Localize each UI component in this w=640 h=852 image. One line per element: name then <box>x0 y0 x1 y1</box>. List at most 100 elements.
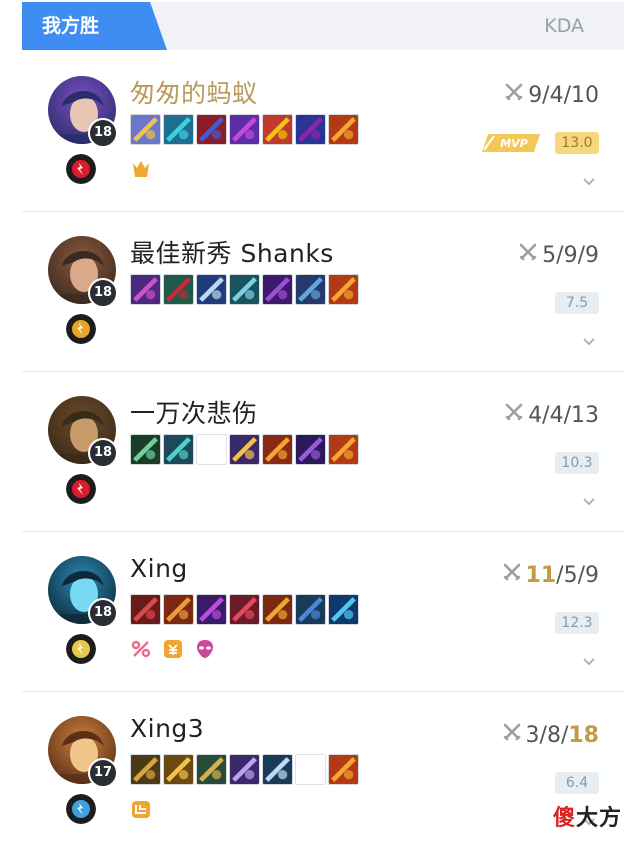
chevron-down-icon[interactable] <box>582 332 596 346</box>
item-slot[interactable] <box>163 754 194 785</box>
item-slot[interactable] <box>130 754 161 785</box>
item-slot[interactable] <box>262 434 293 465</box>
performance-score: 7.5 <box>555 292 599 314</box>
performance-score: 10.3 <box>555 452 599 474</box>
player-row[interactable]: 18 一万次悲伤 4/4/13 10.3 <box>22 372 624 532</box>
kda-text: 3/8/18 <box>526 723 599 748</box>
watermark-text: 大方 <box>575 806 622 831</box>
player-name[interactable]: 一万次悲伤 <box>130 394 258 430</box>
item-slot[interactable] <box>295 434 326 465</box>
item-slot[interactable] <box>229 594 260 625</box>
summoner-spell-icon <box>66 794 96 824</box>
player-name[interactable]: Xing3 <box>130 714 204 743</box>
flag-icon <box>130 798 152 820</box>
item-slot[interactable] <box>130 274 161 305</box>
item-list <box>130 754 359 786</box>
performance-score: 6.4 <box>555 772 599 794</box>
kda-highlight: 18 <box>568 722 599 748</box>
kda-text: 11/5/9 <box>526 563 599 588</box>
item-slot[interactable] <box>262 594 293 625</box>
swords-icon <box>502 562 522 588</box>
item-list <box>130 274 359 306</box>
item-slot-empty[interactable] <box>295 754 326 785</box>
item-slot[interactable] <box>328 754 359 785</box>
kda-value: 4/4/13 <box>504 402 599 428</box>
item-slot[interactable] <box>163 434 194 465</box>
item-slot[interactable] <box>196 274 227 305</box>
swords-icon <box>518 242 538 268</box>
item-list <box>130 434 359 466</box>
player-name[interactable]: 匆匆的蚂蚁 <box>130 74 258 110</box>
item-slot[interactable] <box>328 114 359 145</box>
item-slot[interactable] <box>262 274 293 305</box>
level-badge: 18 <box>88 118 118 148</box>
item-slot[interactable] <box>229 754 260 785</box>
kda-value: 5/9/9 <box>518 242 599 268</box>
kda-value: 11/5/9 <box>502 562 599 588</box>
scissors-icon <box>130 638 152 660</box>
item-slot[interactable] <box>130 434 161 465</box>
kda-text: 4/4/13 <box>528 403 599 428</box>
watermark: 傻大方 <box>553 800 622 832</box>
kda-column-label: KDA <box>544 15 584 37</box>
mvp-badge-icon: MVP <box>480 132 542 154</box>
item-list <box>130 114 359 146</box>
tab-our-team-win[interactable]: 我方胜 <box>22 2 167 50</box>
item-slot[interactable] <box>196 754 227 785</box>
chevron-down-icon[interactable] <box>582 652 596 666</box>
kda-highlight: 11 <box>525 562 557 588</box>
swords-icon <box>504 402 524 428</box>
level-badge: 18 <box>88 278 118 308</box>
item-slot[interactable] <box>295 114 326 145</box>
player-row[interactable]: 18 匆匆的蚂蚁 9/4/10 MVP 13.0 <box>22 52 624 212</box>
player-row[interactable]: 18 最佳新秀 Shanks 5/9/9 7.5 <box>22 212 624 372</box>
item-slot[interactable] <box>163 274 194 305</box>
result-header: 我方胜 KDA <box>22 2 624 50</box>
chevron-down-icon[interactable] <box>582 172 596 186</box>
honor-badges <box>130 158 152 180</box>
item-slot[interactable] <box>262 114 293 145</box>
item-slot[interactable] <box>229 114 260 145</box>
kda-prefix: 4/4/13 <box>528 402 599 428</box>
kda-prefix: 9/4/10 <box>528 82 599 108</box>
honor-badges <box>130 798 152 820</box>
summoner-spell-icon <box>66 634 96 664</box>
item-slot[interactable] <box>163 594 194 625</box>
item-slot[interactable] <box>295 594 326 625</box>
item-slot-empty[interactable] <box>196 434 227 465</box>
item-slot[interactable] <box>262 754 293 785</box>
player-name[interactable]: Xing <box>130 554 188 583</box>
summoner-spell-icon <box>66 314 96 344</box>
item-slot[interactable] <box>328 434 359 465</box>
watermark-red-char: 傻 <box>552 806 576 831</box>
item-slot[interactable] <box>196 594 227 625</box>
alien-icon <box>194 638 216 660</box>
player-row[interactable]: 17 Xing3 3/8/18 6.4 <box>22 692 624 852</box>
item-slot[interactable] <box>163 114 194 145</box>
kda-suffix: /5/9 <box>556 562 599 588</box>
item-slot[interactable] <box>229 434 260 465</box>
honor-badges <box>130 638 216 660</box>
item-slot[interactable] <box>196 114 227 145</box>
swords-icon <box>504 82 524 108</box>
player-name[interactable]: 最佳新秀 Shanks <box>130 234 334 270</box>
summoner-spell-icon <box>66 154 96 184</box>
kda-value: 9/4/10 <box>504 82 599 108</box>
item-list <box>130 594 359 626</box>
performance-score: 12.3 <box>555 612 599 634</box>
svg-text:MVP: MVP <box>500 137 528 150</box>
item-slot[interactable] <box>229 274 260 305</box>
item-slot[interactable] <box>295 274 326 305</box>
item-slot[interactable] <box>130 114 161 145</box>
item-slot[interactable] <box>328 274 359 305</box>
player-row[interactable]: 18 Xing 11/5/9 12.3 <box>22 532 624 692</box>
chevron-down-icon[interactable] <box>582 492 596 506</box>
kda-prefix: 5/9/9 <box>542 242 599 268</box>
item-slot[interactable] <box>130 594 161 625</box>
kda-value: 3/8/18 <box>502 722 599 748</box>
level-badge: 18 <box>88 598 118 628</box>
swords-icon <box>502 722 522 748</box>
kda-text: 9/4/10 <box>528 83 599 108</box>
item-slot[interactable] <box>328 594 359 625</box>
coin-icon <box>162 638 184 660</box>
